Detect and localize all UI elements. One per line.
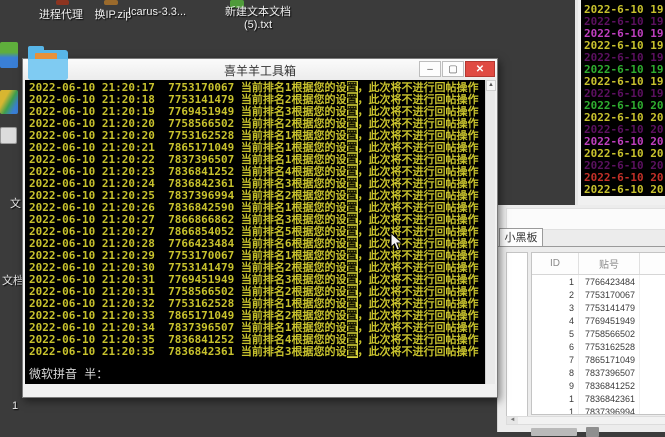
board-app-window: 小黑板 ID贴号吧名 17766423484网络27753170067营3775…	[497, 205, 665, 432]
cell-forum-name: 学生	[640, 392, 665, 405]
cell-id: 5	[532, 327, 579, 340]
cell-forum-name: 招商	[640, 340, 665, 353]
cell-id: 1	[532, 392, 579, 405]
cut-icon-fragment	[104, 0, 118, 5]
table-row[interactable]: 27753170067营	[532, 288, 665, 301]
cell-id: 4	[532, 314, 579, 327]
column-header[interactable]: 吧名	[640, 253, 665, 275]
tab-blackboard[interactable]: 小黑板	[499, 228, 543, 247]
side-console-window: 2022-6-10 19:12022-6-10 19:12022-6-10 19…	[575, 0, 665, 205]
table-row[interactable]: 87837396507内衣	[532, 366, 665, 379]
cell-post-number: 7865171049	[579, 353, 640, 366]
cell-post-number: 7837396507	[579, 366, 640, 379]
cell-post-number: 7753170067	[579, 288, 640, 301]
cell-forum-name: 奶茶	[640, 314, 665, 327]
console-output: 2022-06-10 21:20:17 7753170067 当前排名1根据您的…	[25, 80, 487, 384]
cut-icon-label: 文	[10, 195, 21, 211]
cut-icon-label: 1	[12, 400, 18, 412]
cell-post-number: 7836841252	[579, 379, 640, 392]
cell-id: 1	[532, 275, 579, 289]
maximize-button[interactable]: ▢	[442, 61, 464, 77]
mouse-cursor	[390, 232, 403, 256]
close-button[interactable]: ✕	[465, 61, 495, 77]
log-line: 2022-06-10 21:20:35 7836842361 当前排名3根据您的…	[29, 346, 479, 358]
cut-icon-fragment	[0, 90, 18, 114]
table-row[interactable]: 47769451949奶茶	[532, 314, 665, 327]
folder-icon[interactable]	[28, 46, 68, 80]
cut-icon-fragment	[0, 42, 18, 68]
table-row[interactable]: 97836841252餐饮	[532, 379, 665, 392]
minimize-button[interactable]: –	[419, 61, 441, 77]
board-table: ID贴号吧名 17766423484网络27753170067营37753141…	[531, 252, 665, 415]
table-row[interactable]: 17837396994兼职	[532, 405, 665, 415]
desktop-icon-new-text-doc[interactable]: 新建文本文档 (5).txt	[222, 3, 294, 31]
cell-id: 7	[532, 353, 579, 366]
side-log-line: 2022-6-10 20:3	[581, 184, 665, 196]
column-header[interactable]: 贴号	[579, 253, 640, 275]
cut-icon-fragment	[56, 0, 69, 5]
table-row[interactable]: 77865171049电子	[532, 353, 665, 366]
blurred-control	[586, 427, 599, 437]
desktop-icon-process-proxy[interactable]: 进程代理	[36, 6, 86, 22]
cell-id: 9	[532, 379, 579, 392]
side-console-output: 2022-6-10 19:12022-6-10 19:12022-6-10 19…	[581, 0, 665, 196]
cut-icon-label: 文档	[2, 272, 24, 288]
console-log: 2022-06-10 21:20:17 7753170067 当前排名1根据您的…	[29, 82, 479, 358]
tab-strip-line	[498, 246, 665, 247]
folder-tab	[28, 46, 44, 53]
horizontal-scrollbar[interactable]: ◄	[506, 416, 665, 425]
cell-forum-name: 内衣	[640, 366, 665, 379]
table-row[interactable]: 37753141479招	[532, 301, 665, 314]
scroll-up-icon[interactable]: ▲	[486, 80, 496, 91]
vertical-scrollbar[interactable]: ▲	[485, 80, 495, 384]
cell-post-number: 7753141479	[579, 301, 640, 314]
cell-forum-name: 兼职	[640, 405, 665, 415]
cell-id: 8	[532, 366, 579, 379]
cell-forum-name: 网络	[640, 275, 665, 289]
cell-forum-name: 餐饮	[640, 379, 665, 392]
table-row[interactable]: 17836842361学生	[532, 392, 665, 405]
desktop-icon-label-line1: 新建文本文档	[222, 3, 294, 19]
cell-post-number: 7758566502	[579, 327, 640, 340]
cell-id: 6	[532, 340, 579, 353]
cell-post-number: 7837396994	[579, 405, 640, 415]
scroll-left-icon[interactable]: ◄	[507, 417, 518, 424]
board-side-list[interactable]	[506, 252, 528, 420]
column-header[interactable]: ID	[532, 253, 579, 275]
cell-post-number: 7753162528	[579, 340, 640, 353]
table-row[interactable]: 67753162528招商	[532, 340, 665, 353]
ime-status: 微软拼音 半：	[29, 368, 108, 381]
table-row[interactable]: 57758566502生意	[532, 327, 665, 340]
toolbox-window: 喜羊羊工具箱 – ▢ ✕ 2022-06-10 21:20:17 7753170…	[22, 58, 498, 398]
cut-icon-fragment	[0, 127, 17, 144]
folder-front	[28, 59, 68, 80]
desktop-icon-icarus[interactable]: Icarus-3.3...	[128, 6, 186, 18]
window-bottom-strip	[25, 384, 497, 395]
board-upper-panel	[506, 208, 665, 230]
cell-id: 1	[532, 405, 579, 415]
cell-post-number: 7766423484	[579, 275, 640, 289]
cell-post-number: 7836842361	[579, 392, 640, 405]
cell-forum-name: 营	[640, 288, 665, 301]
table-row[interactable]: 17766423484网络	[532, 275, 665, 289]
blurred-control	[531, 428, 577, 436]
cell-forum-name: 招	[640, 301, 665, 314]
cell-forum-name: 电子	[640, 353, 665, 366]
title-bar[interactable]: 喜羊羊工具箱 – ▢ ✕	[23, 59, 497, 80]
cell-id: 2	[532, 288, 579, 301]
cell-id: 3	[532, 301, 579, 314]
cell-forum-name: 生意	[640, 327, 665, 340]
cell-post-number: 7769451949	[579, 314, 640, 327]
desktop-icon-label-line2: (5).txt	[222, 19, 294, 31]
